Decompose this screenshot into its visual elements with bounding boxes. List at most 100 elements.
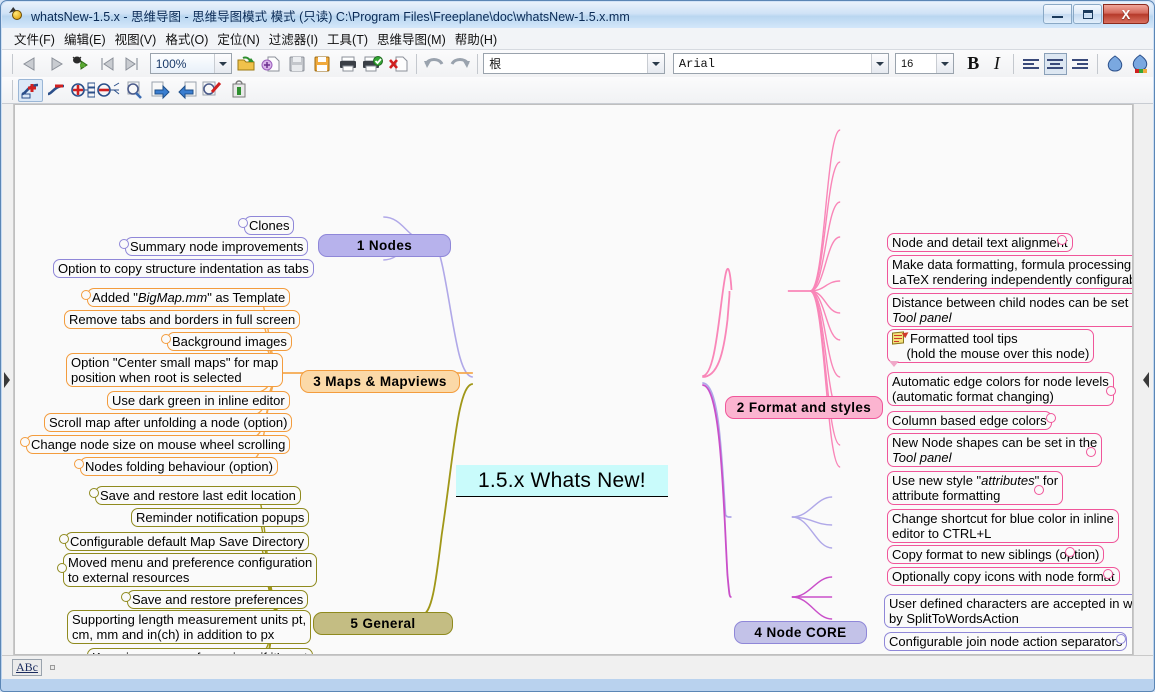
forward-icon[interactable]	[44, 52, 69, 75]
menu-item-help[interactable]: 帮助(H)	[455, 27, 506, 50]
mindmap-node[interactable]: Save and restore last edit location	[95, 486, 301, 505]
mindmap-node[interactable]: Scroll map after unfolding a node (optio…	[44, 413, 293, 432]
menu-item-mindmap[interactable]: 思维导图(M)	[377, 27, 455, 50]
add-child-icon[interactable]	[70, 79, 95, 102]
mindmap-node[interactable]: Summary node improvements	[125, 237, 309, 256]
mindmap-node[interactable]: Keep icon name of user icon if it's not …	[87, 648, 313, 654]
mindmap-node[interactable]: Column based edge colors	[887, 411, 1052, 430]
node-color-icon[interactable]	[1103, 52, 1128, 75]
move-left-icon[interactable]	[174, 79, 199, 102]
mindmap-node[interactable]: Option "Center small maps" for map posit…	[66, 353, 284, 387]
spellcheck-toggle-button[interactable]: ABc	[12, 659, 42, 676]
chevron-down-icon[interactable]	[871, 54, 889, 73]
open-map-icon[interactable]	[233, 52, 258, 75]
edit-node-icon[interactable]	[200, 79, 225, 102]
node-bullet-icon	[89, 488, 99, 498]
menu-item-view[interactable]: 视图(V)	[115, 27, 166, 50]
mindmap-node[interactable]: Save and restore preferences	[127, 590, 309, 609]
node-bullet-icon	[20, 437, 30, 447]
mindmap-node[interactable]: Reminder notification popups	[131, 508, 310, 527]
font-size-value: 16	[901, 57, 914, 70]
align-center-icon[interactable]	[1043, 52, 1068, 75]
mindmap-node[interactable]: Automatic edge colors for node levels (a…	[887, 372, 1114, 406]
mindmap-node[interactable]: Added "BigMap.mm" as Template	[87, 288, 291, 307]
mindmap-root-node[interactable]: 1.5.x Whats New!	[456, 465, 668, 497]
menu-item-file[interactable]: 文件(F)	[14, 27, 64, 50]
back-icon[interactable]	[18, 52, 43, 75]
node-bullet-icon	[1086, 447, 1096, 457]
export-to-image-icon[interactable]	[69, 52, 94, 75]
status-bar: ABc	[2, 655, 1153, 679]
mindmap-node[interactable]: Distance between child nodes can be set …	[887, 293, 1132, 327]
remove-node-icon[interactable]	[44, 79, 69, 102]
mindmap-node[interactable]: Moved menu and preference configuration …	[63, 553, 318, 587]
chevron-down-icon[interactable]	[214, 54, 232, 73]
menu-item-edit[interactable]: 编辑(E)	[64, 27, 115, 50]
zoom-combo[interactable]: 100%	[149, 53, 233, 74]
close-map-icon[interactable]	[387, 52, 412, 75]
find-icon[interactable]	[122, 79, 147, 102]
close-button[interactable]: X	[1103, 4, 1149, 24]
maximize-button[interactable]	[1073, 4, 1102, 24]
mindmap-node[interactable]: Allow joining non sibling nodes	[884, 654, 1071, 655]
fold-marker-icon[interactable]	[889, 361, 899, 367]
italic-button[interactable]: I	[986, 53, 1009, 75]
bold-button[interactable]: B	[962, 53, 985, 75]
remove-child-icon[interactable]	[96, 79, 121, 102]
mindmap-node[interactable]: Make data formatting, formula processing…	[887, 255, 1132, 289]
mindmap-node[interactable]: Optionally copy icons with node format	[887, 567, 1120, 586]
menu-item-format[interactable]: 格式(O)	[165, 27, 217, 50]
node-background-color-icon[interactable]	[1128, 52, 1153, 75]
mindmap-node[interactable]: Supporting length measurement units pt, …	[67, 610, 312, 644]
move-right-icon[interactable]	[148, 79, 173, 102]
mindmap-branch-general[interactable]: 5 General	[313, 612, 453, 635]
mindmap-node[interactable]: User defined characters are accepted in …	[884, 594, 1132, 628]
mindmap-node[interactable]: Change shortcut for blue color in inline…	[887, 509, 1119, 543]
menu-item-filter[interactable]: 过滤器(I)	[269, 27, 327, 50]
font-size-combo[interactable]: 16	[895, 53, 955, 74]
left-panel-collapse-handle[interactable]	[2, 104, 14, 655]
minimize-button[interactable]	[1043, 4, 1072, 24]
add-node-icon[interactable]	[18, 78, 43, 102]
mindmap-node[interactable]: New Node shapes can be set in the Tool p…	[887, 433, 1103, 467]
mind-map-canvas[interactable]: 1.5.x Whats New! 1 Nodes Clones Summary …	[14, 104, 1133, 655]
align-right-icon[interactable]	[1068, 53, 1092, 75]
print-icon[interactable]	[336, 52, 361, 75]
save-as-icon[interactable]	[310, 52, 335, 75]
mindmap-node[interactable]: Node and detail text alignment	[887, 233, 1073, 252]
node-bullet-icon	[1057, 235, 1067, 245]
new-map-icon[interactable]	[259, 52, 284, 75]
mindmap-node[interactable]: Clones	[244, 216, 295, 235]
mindmap-branch-maps[interactable]: 3 Maps & Mapviews	[300, 370, 460, 393]
mindmap-node[interactable]: Background images	[167, 332, 292, 351]
node-style-combo[interactable]: 根	[483, 53, 666, 74]
align-left-icon[interactable]	[1019, 53, 1043, 75]
font-family-combo[interactable]: Arial	[672, 53, 890, 74]
mindmap-node[interactable]: Configurable default Map Save Directory	[65, 532, 310, 551]
mindmap-branch-nodes[interactable]: 1 Nodes	[318, 234, 451, 257]
mindmap-node[interactable]: Option to copy structure indentation as …	[53, 259, 314, 278]
redo-icon[interactable]	[448, 52, 473, 75]
zoom-value: 100%	[155, 56, 187, 71]
previous-map-icon[interactable]	[95, 52, 120, 75]
mindmap-node[interactable]: Formatted tool tips (hold the mouse over…	[887, 329, 1095, 363]
lock-icon[interactable]	[226, 79, 251, 102]
mindmap-branch-format[interactable]: 2 Format and styles	[725, 396, 883, 419]
chevron-down-icon[interactable]	[936, 54, 954, 73]
next-map-icon[interactable]	[120, 52, 145, 75]
mindmap-node[interactable]: Nodes folding behaviour (option)	[80, 457, 278, 476]
menu-item-tools[interactable]: 工具(T)	[327, 27, 377, 50]
mindmap-node[interactable]: Remove tabs and borders in full screen	[64, 310, 301, 329]
undo-icon[interactable]	[422, 52, 447, 75]
save-icon[interactable]	[284, 52, 309, 75]
right-panel-collapse-handle[interactable]	[1133, 104, 1153, 655]
mindmap-node[interactable]: Change node size on mouse wheel scrollin…	[26, 435, 291, 454]
node-bullet-icon	[74, 459, 84, 469]
mindmap-node[interactable]: Configurable join node action separators	[884, 632, 1128, 651]
print-preview-icon[interactable]	[361, 52, 386, 75]
mindmap-branch-core[interactable]: 4 Node CORE	[734, 621, 867, 644]
chevron-down-icon[interactable]	[647, 54, 665, 73]
menu-bar: 文件(F) 编辑(E) 视图(V) 格式(O) 定位(N) 过滤器(I) 工具(…	[2, 28, 1153, 50]
mindmap-node[interactable]: Use dark green in inline editor	[107, 391, 290, 410]
menu-item-navigate[interactable]: 定位(N)	[217, 27, 268, 50]
